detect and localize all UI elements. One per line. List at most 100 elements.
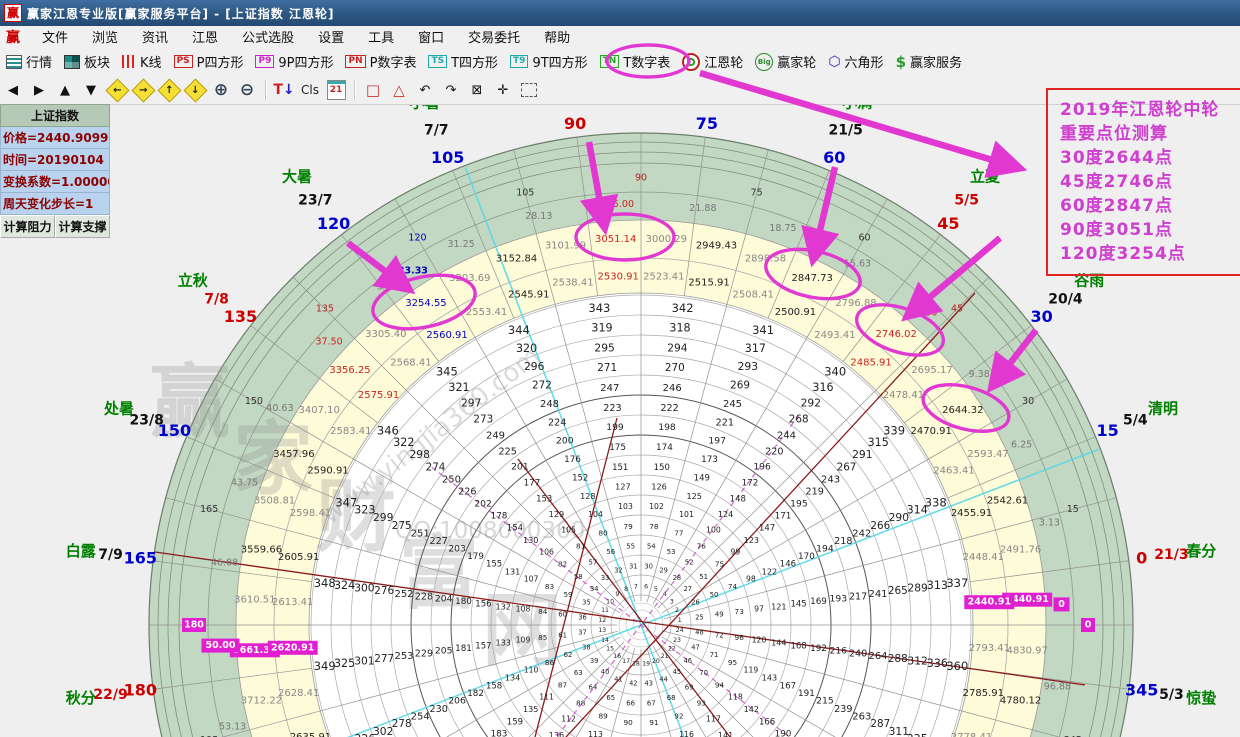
menu-item[interactable]: 工具 [356, 27, 406, 46]
delete-box-icon[interactable]: ⊠ [465, 79, 489, 101]
menu-item[interactable]: 交易委托 [456, 27, 532, 46]
svg-text:108: 108 [516, 605, 531, 614]
quotes-label: 行情 [26, 52, 52, 71]
svg-text:318: 318 [669, 322, 690, 335]
app-logo-icon: 赢 [4, 4, 22, 22]
rotate-ccw-icon[interactable]: ↶ [413, 79, 437, 101]
quotes-button[interactable]: 行情 [0, 50, 58, 74]
menu-item[interactable]: 江恩 [180, 27, 230, 46]
svg-text:276: 276 [374, 585, 394, 597]
svg-text:264: 264 [868, 651, 887, 662]
cls-button[interactable]: Cls [298, 79, 322, 101]
back-icon[interactable]: ◀ [1, 79, 25, 101]
svg-text:23: 23 [673, 637, 681, 644]
svg-text:180: 180 [124, 680, 157, 699]
zoom-in-icon[interactable]: ⊕ [209, 79, 233, 101]
svg-text:157: 157 [475, 641, 491, 651]
center-cross-icon[interactable]: ✛ [491, 79, 515, 101]
hexagon-label: 六角形 [845, 52, 884, 71]
svg-text:2785.91: 2785.91 [963, 688, 1004, 699]
panel-value-row: 变换系数=1.00000 [0, 171, 110, 193]
pan-right-icon[interactable]: → [131, 79, 155, 101]
svg-text:8: 8 [624, 586, 628, 593]
peak-down-icon[interactable]: ▼ [79, 79, 103, 101]
svg-text:326: 326 [354, 732, 375, 737]
p-number-table-icon: PN [345, 55, 365, 68]
menu-item[interactable]: 资讯 [130, 27, 180, 46]
svg-text:23/7: 23/7 [298, 193, 332, 209]
zoom-out-icon[interactable]: ⊖ [235, 79, 259, 101]
p-square-label: P四方形 [197, 52, 244, 71]
svg-text:194: 194 [816, 543, 834, 554]
winner-wheel-button[interactable]: Big赢家轮 [749, 50, 822, 74]
svg-text:2796.88: 2796.88 [835, 298, 876, 309]
p-number-table-button[interactable]: PNP数字表 [339, 50, 422, 74]
panel-value-row: 周天变化步长=1 [0, 193, 110, 215]
instrument-title: 上证指数 [0, 104, 110, 127]
menu-item[interactable]: 文件 [30, 27, 80, 46]
menu-item[interactable]: 公式选股 [230, 27, 306, 46]
t-number-table-button[interactable]: TNT数字表 [594, 50, 677, 74]
svg-text:52: 52 [685, 558, 694, 566]
pan-up-icon[interactable]: ↑ [157, 79, 181, 101]
svg-text:246: 246 [663, 383, 682, 394]
svg-text:25.00: 25.00 [607, 199, 634, 210]
svg-text:180: 180 [455, 597, 472, 607]
svg-text:30: 30 [1022, 396, 1034, 407]
annotation-line: 30度2644点 [1060, 146, 1240, 170]
marquee-icon[interactable] [517, 79, 541, 101]
menu-item[interactable]: 帮助 [532, 27, 582, 46]
9t-square-label: 9T四方形 [532, 52, 587, 71]
triangle-tool-icon[interactable]: △ [387, 79, 411, 101]
svg-text:100: 100 [706, 526, 721, 535]
svg-text:201: 201 [511, 462, 529, 473]
svg-text:62: 62 [564, 651, 573, 659]
menu-item[interactable]: 设置 [306, 27, 356, 46]
t-square-button[interactable]: TST四方形 [422, 50, 504, 74]
winner-service-button[interactable]: $赢家服务 [890, 50, 968, 74]
svg-text:102: 102 [649, 502, 664, 511]
kline-button[interactable]: K线 [116, 50, 168, 74]
svg-text:105: 105 [431, 148, 464, 167]
svg-text:2613.41: 2613.41 [272, 597, 313, 608]
gann-wheel-button[interactable]: 江恩轮 [676, 50, 749, 74]
calendar-icon[interactable]: 21 [324, 79, 348, 101]
svg-text:4780.12: 4780.12 [1000, 696, 1041, 707]
pan-left-icon[interactable]: ← [105, 79, 129, 101]
rotate-cw-icon[interactable]: ↷ [439, 79, 463, 101]
calc-support-button[interactable]: 计算支撑 [55, 215, 110, 238]
svg-text:120: 120 [408, 232, 426, 243]
hexagon-button[interactable]: ⬡六角形 [822, 50, 889, 74]
svg-text:167: 167 [780, 681, 796, 691]
svg-text:2778.41: 2778.41 [951, 732, 992, 737]
svg-text:立夏: 立夏 [970, 167, 1001, 185]
svg-text:82: 82 [558, 560, 567, 569]
menu-item[interactable]: 窗口 [406, 27, 456, 46]
price-axis-icon[interactable]: T↓ [272, 79, 296, 101]
svg-text:133: 133 [495, 638, 510, 648]
calc-resistance-button[interactable]: 计算阻力 [0, 215, 55, 238]
9p-square-button[interactable]: P99P四方形 [249, 50, 339, 74]
9t-square-button[interactable]: T99T四方形 [504, 50, 594, 74]
svg-text:97: 97 [754, 605, 764, 614]
sectors-button[interactable]: 板块 [58, 50, 116, 74]
instrument-panel: 上证指数 价格=2440.9099时间=20190104变换系数=1.00000… [0, 104, 110, 238]
peak-up-icon[interactable]: ▲ [53, 79, 77, 101]
p-square-button[interactable]: PSP四方形 [168, 50, 250, 74]
svg-text:2583.41: 2583.41 [330, 426, 371, 437]
svg-text:20/4: 20/4 [1048, 291, 1083, 307]
forward-icon[interactable]: ▶ [27, 79, 51, 101]
pan-down-icon[interactable]: ↓ [183, 79, 207, 101]
square-tool-icon[interactable]: □ [361, 79, 385, 101]
svg-text:223: 223 [603, 403, 621, 414]
svg-text:227: 227 [430, 536, 448, 547]
svg-text:2746.02: 2746.02 [876, 329, 917, 340]
menu-item[interactable]: 浏览 [80, 27, 130, 46]
svg-text:135: 135 [224, 307, 257, 326]
svg-text:325: 325 [334, 657, 355, 670]
svg-text:103: 103 [618, 502, 633, 511]
svg-text:44: 44 [659, 676, 667, 684]
svg-text:190: 190 [775, 730, 792, 737]
svg-text:155: 155 [486, 560, 502, 570]
svg-text:315: 315 [868, 436, 889, 449]
